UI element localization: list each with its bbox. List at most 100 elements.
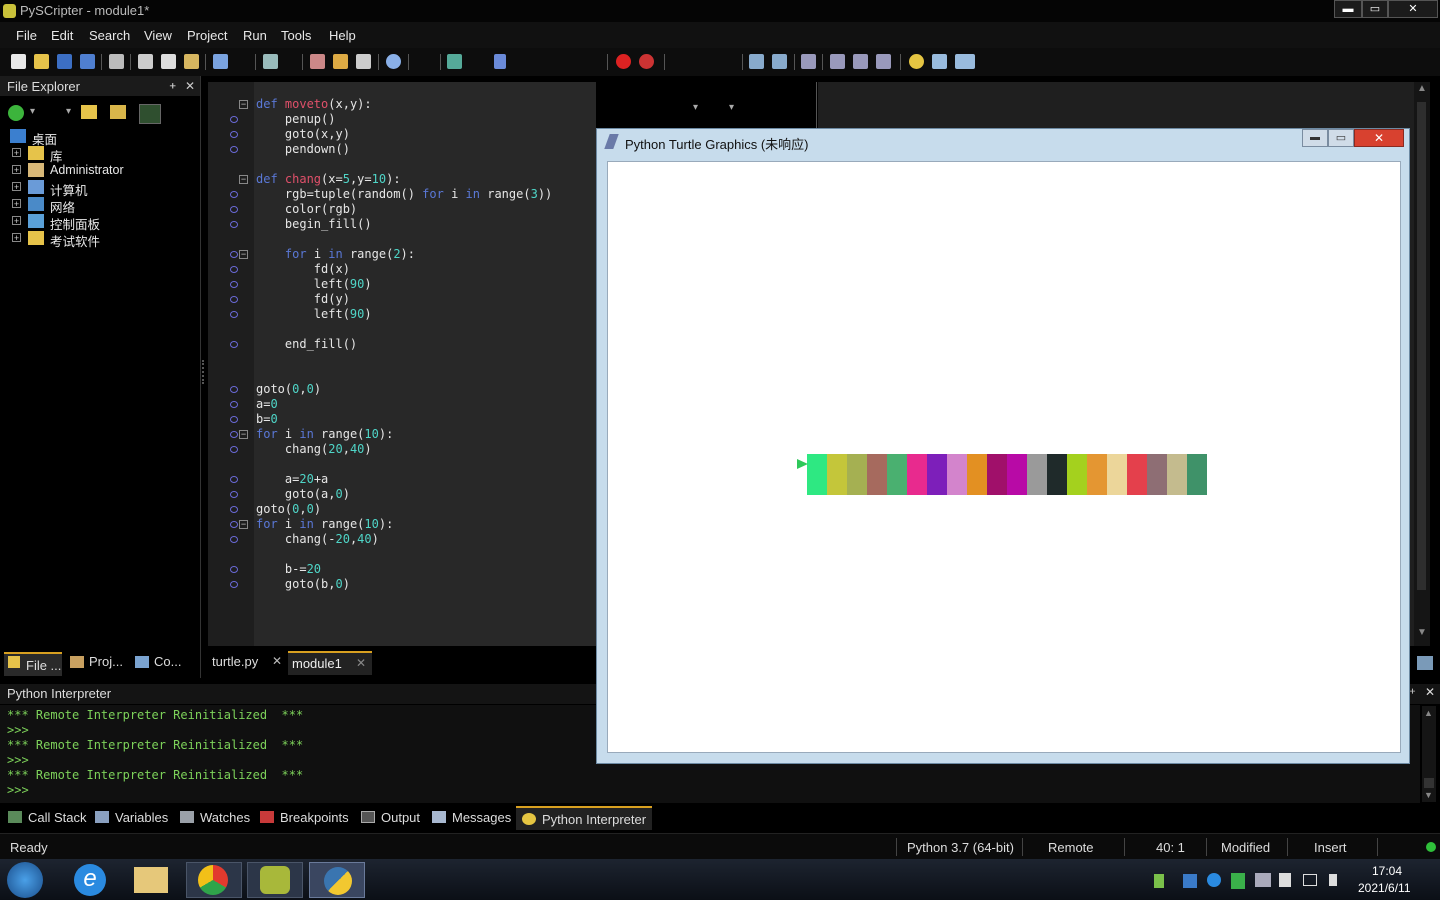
clock-date[interactable]: 2021/6/11 bbox=[1358, 881, 1411, 895]
turtle-maximize-button[interactable]: ▭ bbox=[1328, 129, 1354, 147]
folder-up-icon[interactable] bbox=[81, 105, 97, 119]
expand-icon[interactable]: + bbox=[12, 233, 21, 243]
close-icon[interactable]: ✕ bbox=[185, 79, 195, 93]
code-line[interactable]: chang(20,40) bbox=[256, 442, 372, 457]
code-line[interactable]: a=0 bbox=[256, 397, 278, 412]
expand-icon[interactable]: + bbox=[12, 148, 21, 158]
chevron-down-icon[interactable]: ▾ bbox=[693, 102, 698, 113]
tab-file-explorer[interactable]: File ... bbox=[4, 652, 62, 676]
execution-marker-icon[interactable] bbox=[230, 146, 238, 153]
code-line[interactable]: def chang(x=5,y=10): bbox=[256, 172, 401, 187]
execution-marker-icon[interactable] bbox=[230, 491, 238, 498]
pyscripter-taskbar-button[interactable] bbox=[247, 862, 303, 898]
new-file-icon[interactable] bbox=[11, 54, 26, 69]
pin-icon[interactable]: ᚐ bbox=[170, 79, 175, 92]
turtle-canvas[interactable] bbox=[607, 161, 1401, 753]
fold-toggle-icon[interactable]: − bbox=[239, 430, 248, 439]
execution-marker-icon[interactable] bbox=[230, 416, 238, 423]
fold-toggle-icon[interactable]: − bbox=[239, 100, 248, 109]
cut-icon[interactable] bbox=[138, 54, 153, 69]
turtle-minimize-button[interactable]: ▬ bbox=[1302, 129, 1328, 147]
display-tray-icon[interactable] bbox=[1303, 874, 1317, 886]
tab-project-explorer[interactable]: Proj... bbox=[70, 652, 130, 678]
code-line[interactable]: penup() bbox=[256, 112, 336, 127]
menu-edit[interactable]: Edit bbox=[51, 28, 73, 43]
network-tray-icon[interactable] bbox=[1255, 873, 1271, 887]
file-browser-icon[interactable] bbox=[1417, 656, 1433, 670]
clear-breakpoints-icon[interactable] bbox=[639, 54, 654, 69]
find-in-files-icon[interactable] bbox=[310, 54, 325, 69]
fold-toggle-icon[interactable]: − bbox=[239, 175, 248, 184]
execution-marker-icon[interactable] bbox=[230, 521, 238, 528]
tab-module1[interactable]: module1 ✕ bbox=[288, 651, 372, 675]
tree-item-network[interactable]: + 网络 bbox=[0, 196, 200, 215]
execution-marker-icon[interactable] bbox=[230, 221, 238, 228]
clock-time[interactable]: 17:04 bbox=[1372, 864, 1402, 878]
menu-file[interactable]: File bbox=[16, 28, 37, 43]
start-button[interactable] bbox=[7, 862, 43, 898]
execution-marker-icon[interactable] bbox=[230, 401, 238, 408]
print-icon[interactable] bbox=[109, 54, 124, 69]
fold-toggle-icon[interactable]: − bbox=[239, 250, 248, 259]
paste-icon[interactable] bbox=[184, 54, 199, 69]
code-line[interactable]: left(90) bbox=[256, 277, 372, 292]
code-line[interactable]: for i in range(10): bbox=[256, 517, 393, 532]
code-line[interactable]: left(90) bbox=[256, 307, 372, 322]
indent-icon[interactable] bbox=[749, 54, 764, 69]
code-line[interactable]: begin_fill() bbox=[256, 217, 372, 232]
code-line[interactable]: for i in range(2): bbox=[256, 247, 415, 262]
execution-marker-icon[interactable] bbox=[230, 446, 238, 453]
menu-help[interactable]: Help bbox=[329, 28, 356, 43]
chevron-down-icon[interactable]: ▾ bbox=[729, 102, 734, 113]
turtle-graphics-window[interactable]: Python Turtle Graphics (未响应) ▬ ▭ ✕ bbox=[596, 128, 1410, 764]
goto-line-icon[interactable] bbox=[356, 54, 371, 69]
tree-item-exam-software[interactable]: + 考试软件 bbox=[0, 230, 200, 249]
view-layout-icon[interactable] bbox=[955, 54, 975, 69]
flag-tray-icon[interactable] bbox=[1279, 873, 1291, 887]
hp-tray-icon[interactable] bbox=[1207, 873, 1221, 887]
code-line[interactable]: color(rgb) bbox=[256, 202, 357, 217]
debug-icon[interactable] bbox=[447, 54, 462, 69]
battery-tray-icon[interactable] bbox=[1154, 874, 1164, 888]
save-all-icon[interactable] bbox=[80, 54, 95, 69]
expand-icon[interactable]: + bbox=[12, 165, 21, 175]
ie-icon[interactable]: e bbox=[74, 864, 106, 896]
close-icon[interactable]: ✕ bbox=[272, 654, 282, 668]
line-numbers-icon[interactable] bbox=[830, 54, 845, 69]
close-button[interactable]: ✕ bbox=[1388, 0, 1438, 18]
status-python-version[interactable]: Python 3.7 (64-bit) bbox=[907, 840, 1014, 855]
word-wrap-icon[interactable] bbox=[853, 54, 868, 69]
execution-marker-icon[interactable] bbox=[230, 566, 238, 573]
find-icon[interactable] bbox=[263, 54, 278, 69]
minimize-button[interactable]: ▬ bbox=[1334, 0, 1362, 18]
close-icon[interactable]: ✕ bbox=[1425, 685, 1435, 699]
menu-tools[interactable]: Tools bbox=[281, 28, 311, 43]
tab-python-interpreter[interactable]: Python Interpreter bbox=[516, 806, 652, 830]
tree-item-control-panel[interactable]: + 控制面板 bbox=[0, 213, 200, 232]
execution-marker-icon[interactable] bbox=[230, 131, 238, 138]
expand-icon[interactable]: + bbox=[12, 199, 21, 209]
code-line[interactable]: goto(b,0) bbox=[256, 577, 350, 592]
tab-breakpoints[interactable]: Breakpoints bbox=[260, 810, 349, 825]
execution-marker-icon[interactable] bbox=[230, 206, 238, 213]
status-engine[interactable]: Remote bbox=[1048, 840, 1094, 855]
execution-marker-icon[interactable] bbox=[230, 191, 238, 198]
close-icon[interactable]: ✕ bbox=[356, 656, 366, 670]
tab-call-stack[interactable]: Call Stack bbox=[8, 810, 87, 825]
vertical-scrollbar[interactable]: ▲ ▼ bbox=[1414, 82, 1430, 646]
execution-marker-icon[interactable] bbox=[230, 266, 238, 273]
tab-watches[interactable]: Watches bbox=[180, 810, 250, 825]
undo-icon[interactable] bbox=[213, 54, 228, 69]
execution-marker-icon[interactable] bbox=[230, 476, 238, 483]
step-into-icon[interactable] bbox=[494, 54, 506, 69]
info-icon[interactable] bbox=[386, 54, 401, 69]
replace-icon[interactable] bbox=[333, 54, 348, 69]
execution-marker-icon[interactable] bbox=[230, 341, 238, 348]
tray-app-icon[interactable] bbox=[1183, 874, 1197, 888]
tab-variables[interactable]: Variables bbox=[95, 810, 168, 825]
special-chars-icon[interactable] bbox=[876, 54, 891, 69]
comment-icon[interactable] bbox=[801, 54, 816, 69]
chevron-down-icon[interactable]: ▾ bbox=[30, 106, 35, 117]
code-line[interactable]: fd(y) bbox=[256, 292, 350, 307]
execution-marker-icon[interactable] bbox=[230, 116, 238, 123]
